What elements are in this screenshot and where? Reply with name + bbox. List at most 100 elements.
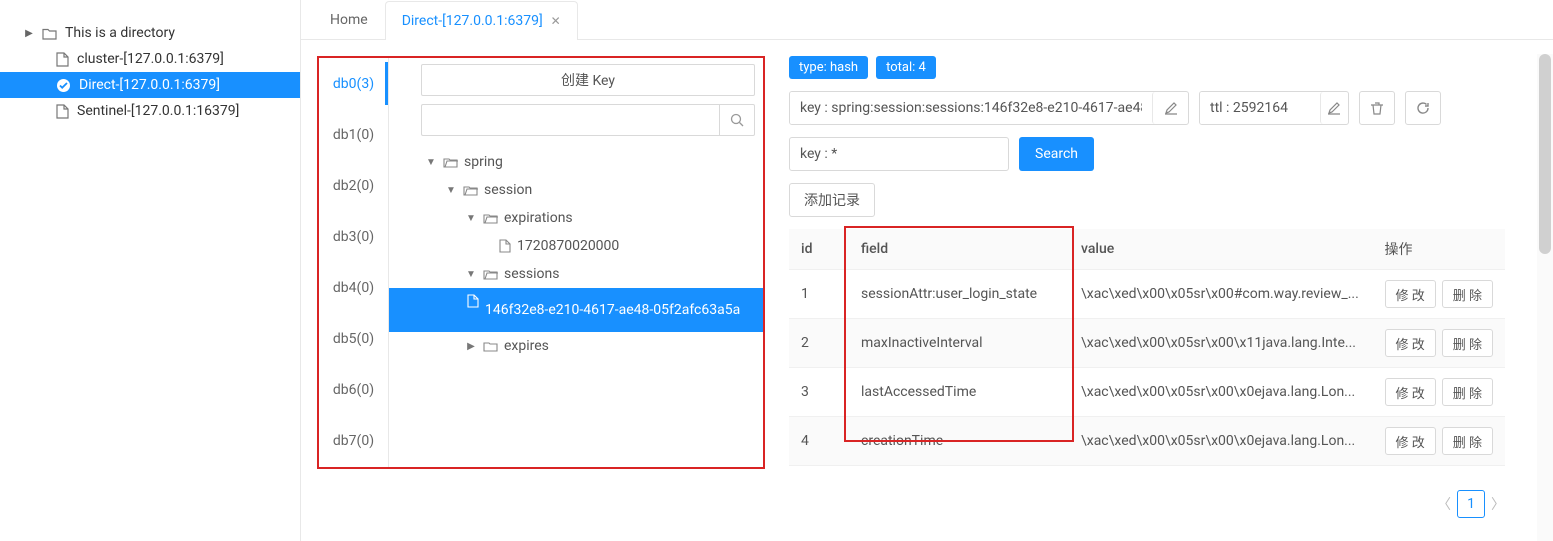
delete-row-button[interactable]: 删 除	[1442, 378, 1493, 406]
caret-down-icon: ▼	[465, 213, 477, 224]
table-row[interactable]: 4 creationTime \xac\xed\x00\x05sr\x00\x0…	[789, 417, 1505, 466]
add-record-button[interactable]: 添加记录	[789, 183, 875, 217]
key-tree-node-expires[interactable]: ▶ expires	[389, 332, 763, 360]
key-tree-leaf-expiration[interactable]: 1720870020000	[389, 232, 763, 260]
cell-value: \xac\xed\x00\x05sr\x00\x11java.lang.Inte…	[1069, 319, 1373, 368]
cell-id: 4	[789, 417, 849, 466]
table-row[interactable]: 2 maxInactiveInterval \xac\xed\x00\x05sr…	[789, 319, 1505, 368]
edit-row-button[interactable]: 修 改	[1385, 329, 1436, 357]
cell-value: \xac\xed\x00\x05sr\x00#com.way.review_..…	[1069, 270, 1373, 319]
cell-ops: 修 改删 除	[1373, 319, 1505, 368]
file-icon	[499, 239, 511, 253]
key-name-box	[789, 91, 1189, 125]
db-item-6[interactable]: db6(0)	[319, 365, 388, 416]
edit-row-button[interactable]: 修 改	[1385, 378, 1436, 406]
table-row[interactable]: 3 lastAccessedTime \xac\xed\x00\x05sr\x0…	[789, 368, 1505, 417]
file-icon	[467, 294, 479, 308]
edit-row-button[interactable]: 修 改	[1385, 280, 1436, 308]
cell-id: 2	[789, 319, 849, 368]
key-tree-panel: 创建 Key ▼ spring ▼	[389, 58, 763, 467]
key-tree-node-expirations[interactable]: ▼ expirations	[389, 204, 763, 232]
edit-row-button[interactable]: 修 改	[1385, 427, 1436, 455]
table-row[interactable]: 1 sessionAttr:user_login_state \xac\xed\…	[789, 270, 1505, 319]
cell-ops: 修 改删 除	[1373, 417, 1505, 466]
delete-row-button[interactable]: 删 除	[1442, 280, 1493, 308]
create-key-button[interactable]: 创建 Key	[421, 64, 755, 96]
search-icon[interactable]	[719, 104, 755, 136]
db-key-panel: db0(3) db1(0) db2(0) db3(0) db4(0) db5(0…	[317, 56, 765, 469]
chevron-right-icon: ▶	[24, 28, 34, 38]
db-item-7[interactable]: db7(0)	[319, 416, 388, 467]
db-item-4[interactable]: db4(0)	[319, 263, 388, 314]
connection-sidebar: ▶ This is a directory cluster-[127.0.0.1…	[0, 0, 300, 541]
cell-ops: 修 改删 除	[1373, 368, 1505, 417]
sidebar-item-direct[interactable]: Direct-[127.0.0.1:6379]	[0, 72, 300, 98]
key-tree-label: expirations	[504, 210, 573, 226]
pagination: 〈 1 〉	[789, 490, 1505, 518]
delete-row-button[interactable]: 删 除	[1442, 329, 1493, 357]
col-value: value	[1069, 229, 1373, 270]
next-page-icon[interactable]: 〉	[1491, 494, 1505, 514]
db-item-3[interactable]: db3(0)	[319, 211, 388, 262]
col-field: field	[849, 229, 1069, 270]
db-item-0[interactable]: db0(3)	[319, 58, 388, 109]
key-search-input[interactable]	[421, 104, 719, 136]
cell-field: lastAccessedTime	[849, 368, 1069, 417]
tab-label: Direct-[127.0.0.1:6379]	[402, 13, 543, 29]
caret-down-icon: ▼	[425, 157, 437, 168]
folder-icon	[483, 340, 498, 352]
cell-id: 1	[789, 270, 849, 319]
delete-row-button[interactable]: 删 除	[1442, 427, 1493, 455]
folder-open-icon	[443, 156, 458, 168]
scrollbar-thumb[interactable]	[1539, 54, 1551, 254]
ttl-input[interactable]	[1200, 92, 1320, 124]
prev-page-icon[interactable]: 〈	[1437, 494, 1451, 514]
field-search-input[interactable]	[789, 137, 1009, 171]
sidebar-root-folder[interactable]: ▶ This is a directory	[0, 20, 300, 46]
close-icon[interactable]: ✕	[551, 14, 561, 28]
key-search-row	[421, 104, 755, 136]
sidebar-root-label: This is a directory	[65, 25, 175, 41]
search-button[interactable]: Search	[1019, 137, 1094, 171]
col-id: id	[789, 229, 849, 270]
key-tree-label: session	[484, 182, 532, 198]
db-item-5[interactable]: db5(0)	[319, 314, 388, 365]
key-detail-panel: type: hash total: 4	[789, 56, 1553, 541]
folder-icon	[42, 27, 57, 40]
key-tree-label: sessions	[504, 266, 559, 282]
folder-open-icon	[483, 212, 498, 224]
vertical-scrollbar[interactable]	[1537, 54, 1553, 541]
delete-key-button[interactable]	[1359, 91, 1395, 125]
key-tree-leaf-sessionid[interactable]: 146f32e8-e210-4617-ae48-05f2afc63a5a	[389, 288, 763, 332]
key-tree-node-sessions[interactable]: ▼ sessions	[389, 260, 763, 288]
db-item-2[interactable]: db2(0)	[319, 160, 388, 211]
tab-home[interactable]: Home	[313, 0, 385, 39]
key-name-input[interactable]	[790, 92, 1152, 124]
cell-value: \xac\xed\x00\x05sr\x00\x0ejava.lang.Lon.…	[1069, 368, 1373, 417]
tab-bar: Home Direct-[127.0.0.1:6379] ✕	[301, 0, 1553, 40]
sidebar-item-label: Sentinel-[127.0.0.1:16379]	[77, 103, 239, 119]
key-tree-label: 1720870020000	[517, 238, 619, 254]
page-number[interactable]: 1	[1457, 490, 1485, 518]
edit-ttl-button[interactable]	[1320, 92, 1348, 124]
check-circle-icon	[56, 78, 71, 93]
key-tree-node-spring[interactable]: ▼ spring	[389, 148, 763, 176]
refresh-button[interactable]	[1405, 91, 1441, 125]
hash-table: id field value 操作 1 sessionAttr:user_log…	[789, 229, 1505, 466]
key-tree-node-session[interactable]: ▼ session	[389, 176, 763, 204]
folder-open-icon	[463, 184, 478, 196]
folder-open-icon	[483, 268, 498, 280]
db-item-1[interactable]: db1(0)	[319, 109, 388, 160]
ttl-box	[1199, 91, 1349, 125]
edit-key-button[interactable]	[1152, 92, 1188, 124]
cell-field: maxInactiveInterval	[849, 319, 1069, 368]
sidebar-item-sentinel[interactable]: Sentinel-[127.0.0.1:16379]	[0, 98, 300, 124]
main-panel: Home Direct-[127.0.0.1:6379] ✕ db0(3) db…	[300, 0, 1553, 541]
tab-label: Home	[330, 12, 368, 28]
file-icon	[56, 52, 69, 67]
tab-direct[interactable]: Direct-[127.0.0.1:6379] ✕	[385, 1, 578, 40]
key-tree: ▼ spring ▼ session ▼ expirations	[389, 144, 763, 364]
file-icon	[56, 104, 69, 119]
sidebar-item-cluster[interactable]: cluster-[127.0.0.1:6379]	[0, 46, 300, 72]
cell-field: sessionAttr:user_login_state	[849, 270, 1069, 319]
